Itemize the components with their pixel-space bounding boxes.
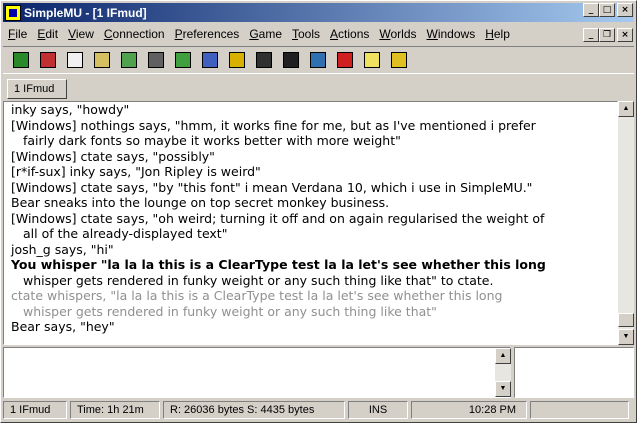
log-button[interactable] [387, 49, 411, 71]
status-time: Time: 1h 21m [70, 401, 160, 419]
sound-button[interactable] [90, 49, 114, 71]
menu-preferences[interactable]: Preferences [170, 27, 245, 41]
new-document-icon [67, 52, 83, 68]
child-restore-button[interactable]: ❐ [599, 28, 615, 42]
tab-1-ifmud[interactable]: 1 IFmud [7, 79, 67, 99]
output-line: [Windows] nothings says, "hmm, it works … [11, 117, 536, 133]
world-tab-strip: 1 IFmud [3, 77, 634, 101]
settings-button[interactable] [144, 49, 168, 71]
status-world: 1 IFmud [3, 401, 67, 419]
menu-connection[interactable]: Connection [99, 27, 170, 41]
minimize-button[interactable]: _ [583, 3, 599, 17]
scroll-thumb[interactable] [618, 313, 634, 327]
world-icon [121, 52, 137, 68]
binoculars-button[interactable] [279, 49, 303, 71]
edit-icon [202, 52, 218, 68]
input-scroll-up-button[interactable]: ▲ [495, 348, 511, 364]
pause-button[interactable] [225, 49, 249, 71]
script-button[interactable] [252, 49, 276, 71]
download-button[interactable] [171, 49, 195, 71]
menu-tools[interactable]: Tools [287, 27, 325, 41]
edit-button[interactable] [198, 49, 222, 71]
menu-view[interactable]: View [63, 27, 99, 41]
world-button[interactable] [117, 49, 141, 71]
menu-edit[interactable]: Edit [32, 27, 63, 41]
menu-game[interactable]: Game [244, 27, 287, 41]
output-line: whisper gets rendered in funky weight or… [23, 272, 494, 288]
status-bytes: R: 26036 bytes S: 4435 bytes [163, 401, 345, 419]
output-line: Bear says, "hey" [11, 319, 115, 334]
output-line: You whisper "la la la this is a ClearTyp… [11, 257, 546, 272]
output-line: fairly dark fonts so maybe it works bett… [23, 133, 401, 148]
log-icon [391, 52, 407, 68]
output-line: josh_g says, "hi" [11, 241, 114, 257]
output-line: [Windows] ctate says, "possibly" [11, 148, 215, 164]
output-pane[interactable]: inky says, "howdy" [Windows] nothings say… [3, 101, 618, 345]
close-button[interactable]: × [617, 3, 633, 17]
scroll-up-button[interactable]: ▲ [618, 101, 634, 117]
disconnect-icon [40, 52, 56, 68]
app-window: SimpleMU - [1 IFmud] _ □ × File Edit View C… [0, 0, 637, 423]
pause-icon [229, 52, 245, 68]
output-scrollbar[interactable]: ▲ ▼ [618, 101, 634, 345]
sound-icon [94, 52, 110, 68]
settings-icon [148, 52, 164, 68]
app-icon[interactable] [5, 4, 21, 21]
output-line: [Windows] ctate says, "by "this font" i … [11, 179, 533, 195]
globe-icon [310, 52, 326, 68]
input-scrollbar[interactable]: ▲ ▼ [495, 348, 511, 397]
output-line: whisper gets rendered in funky weight or… [23, 303, 437, 319]
toolbar [3, 46, 634, 74]
input-scroll-down-button[interactable]: ▼ [495, 381, 511, 397]
output-line: inky says, "howdy" [11, 102, 130, 117]
window-title: SimpleMU - [1 IFmud] [24, 5, 147, 20]
status-mode: INS [348, 401, 408, 419]
menu-actions[interactable]: Actions [325, 27, 374, 41]
connect-icon [13, 52, 29, 68]
menu-bar: File Edit View Connection Preferences Game Too… [3, 24, 634, 44]
output-line: [Windows] ctate says, "oh weird; turning… [11, 210, 545, 226]
output-line: ctate whispers, "la la la this is a Clea… [11, 288, 503, 303]
status-empty [530, 401, 629, 419]
maximize-button[interactable]: □ [599, 3, 615, 17]
menu-worlds[interactable]: Worlds [374, 27, 421, 41]
title-bar[interactable]: SimpleMU - [1 IFmud] [3, 3, 634, 22]
menu-windows[interactable]: Windows [422, 27, 481, 41]
output-line: all of the already-displayed text" [23, 226, 228, 241]
child-minimize-button[interactable]: _ [583, 28, 599, 42]
globe-button[interactable] [306, 49, 330, 71]
binoculars-icon [283, 52, 299, 68]
command-input[interactable] [3, 347, 511, 398]
output-line: [r*if-sux] inky says, "Jon Ripley is wei… [11, 164, 261, 179]
child-close-button[interactable]: × [617, 28, 633, 42]
status-clock: 10:28 PM [411, 401, 527, 419]
side-pane[interactable] [514, 347, 634, 398]
new-document-button[interactable] [63, 49, 87, 71]
scroll-down-button[interactable]: ▼ [618, 329, 634, 345]
menu-file[interactable]: File [3, 27, 32, 41]
script-icon [256, 52, 272, 68]
spellcheck-button[interactable] [333, 49, 357, 71]
status-bar: 1 IFmud Time: 1h 21m R: 26036 bytes S: 4… [3, 401, 634, 421]
help-button[interactable] [360, 49, 384, 71]
disconnect-button[interactable] [36, 49, 60, 71]
output-line: Bear sneaks into the lounge on top secre… [11, 195, 390, 210]
menu-help[interactable]: Help [480, 27, 515, 41]
download-icon [175, 52, 191, 68]
help-icon [364, 52, 380, 68]
connect-button[interactable] [9, 49, 33, 71]
spellcheck-icon [337, 52, 353, 68]
